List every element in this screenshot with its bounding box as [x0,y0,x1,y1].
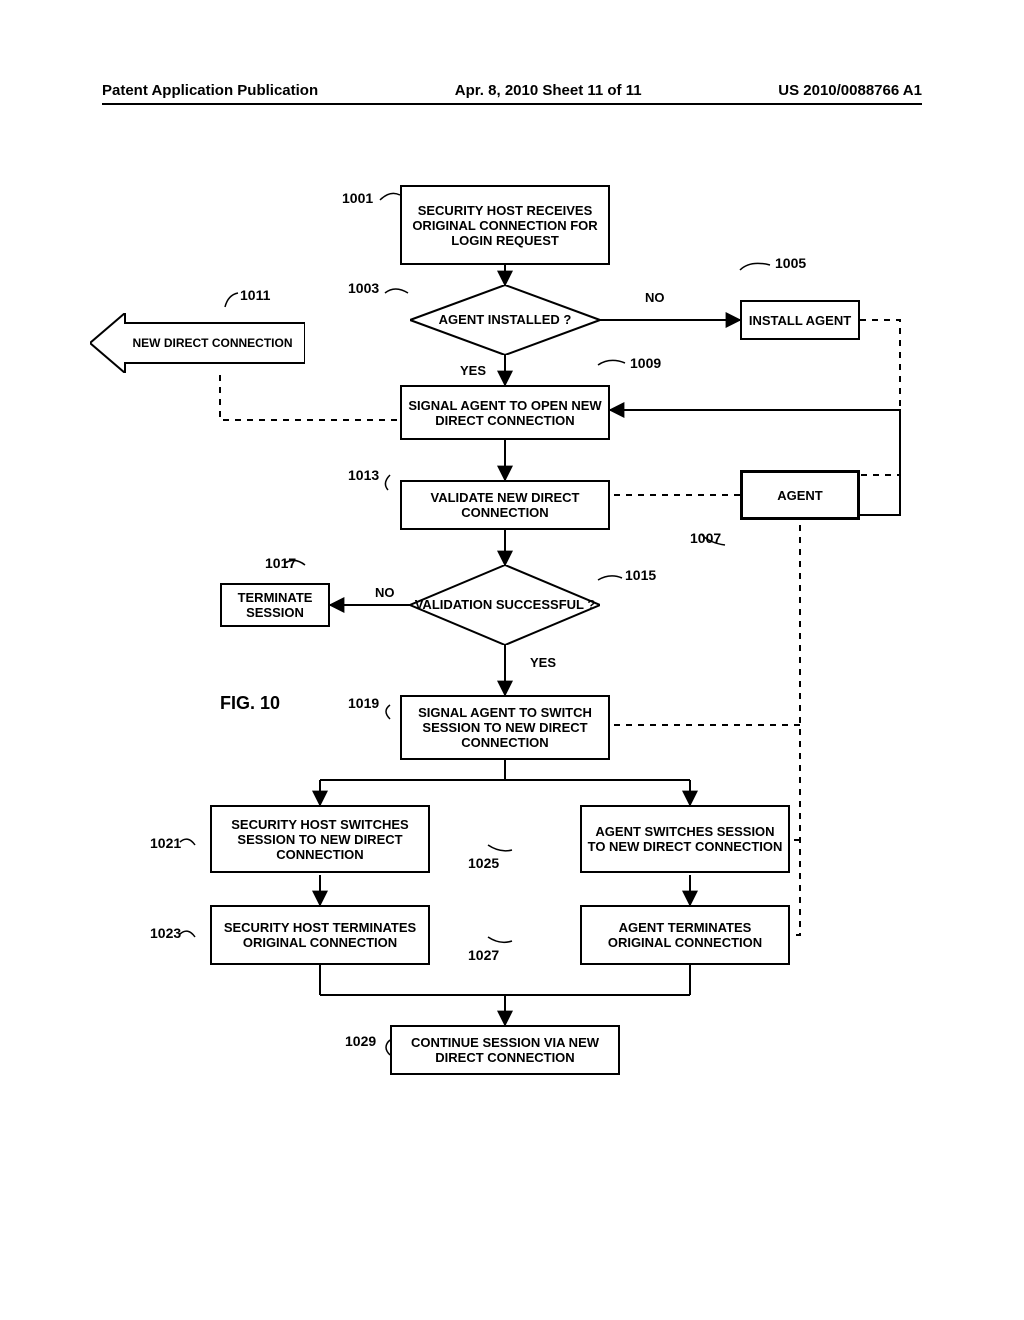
box-1023-text: SECURITY HOST TERMINATES ORIGINAL CONNEC… [216,920,424,950]
box-1007-text: AGENT [777,488,823,503]
diamond-1003: AGENT INSTALLED ? [410,285,600,355]
box-1001: SECURITY HOST RECEIVES ORIGINAL CONNECTI… [400,185,610,265]
bigarrow-1011-text: NEW DIRECT CONNECTION [133,336,293,350]
ref-1019: 1019 [348,695,379,711]
box-1007: AGENT [740,470,860,520]
box-1025-text: AGENT SWITCHES SESSION TO NEW DIRECT CON… [586,824,784,854]
header-right: US 2010/0088766 A1 [778,82,922,99]
box-1029: CONTINUE SESSION VIA NEW DIRECT CONNECTI… [390,1025,620,1075]
edge-yes-1: YES [460,363,486,378]
page-header: Patent Application Publication Apr. 8, 2… [102,82,922,105]
box-1013: VALIDATE NEW DIRECT CONNECTION [400,480,610,530]
box-1017: TERMINATE SESSION [220,583,330,627]
box-1027: AGENT TERMINATES ORIGINAL CONNECTION [580,905,790,965]
box-1023: SECURITY HOST TERMINATES ORIGINAL CONNEC… [210,905,430,965]
ref-1023: 1023 [150,925,181,941]
box-1029-text: CONTINUE SESSION VIA NEW DIRECT CONNECTI… [396,1035,614,1065]
box-1001-text: SECURITY HOST RECEIVES ORIGINAL CONNECTI… [406,203,604,248]
edge-yes-2: YES [530,655,556,670]
header-left: Patent Application Publication [102,82,318,99]
ref-1021: 1021 [150,835,181,851]
flowchart-diagram: SECURITY HOST RECEIVES ORIGINAL CONNECTI… [90,185,934,1230]
box-1017-text: TERMINATE SESSION [226,590,324,620]
box-1021: SECURITY HOST SWITCHES SESSION TO NEW DI… [210,805,430,873]
box-1025: AGENT SWITCHES SESSION TO NEW DIRECT CON… [580,805,790,873]
box-1019-text: SIGNAL AGENT TO SWITCH SESSION TO NEW DI… [406,705,604,750]
figure-label: FIG. 10 [220,693,280,714]
diamond-1015: VALIDATION SUCCESSFUL ? [410,565,600,645]
ref-1027: 1027 [468,947,499,963]
ref-1029: 1029 [345,1033,376,1049]
ref-1007: 1007 [690,530,721,546]
ref-1015: 1015 [625,567,656,583]
box-1027-text: AGENT TERMINATES ORIGINAL CONNECTION [586,920,784,950]
ref-1003: 1003 [348,280,379,296]
ref-1001: 1001 [342,190,373,206]
box-1021-text: SECURITY HOST SWITCHES SESSION TO NEW DI… [216,817,424,862]
box-1005-text: INSTALL AGENT [749,313,851,328]
ref-1017: 1017 [265,555,296,571]
ref-1009: 1009 [630,355,661,371]
bigarrow-1011: NEW DIRECT CONNECTION [90,313,305,373]
box-1013-text: VALIDATE NEW DIRECT CONNECTION [406,490,604,520]
box-1005: INSTALL AGENT [740,300,860,340]
ref-1011: 1011 [240,287,270,303]
edge-no-2: NO [375,585,395,600]
diamond-1003-text: AGENT INSTALLED ? [439,312,572,328]
ref-1013: 1013 [348,467,379,483]
box-1009: SIGNAL AGENT TO OPEN NEW DIRECT CONNECTI… [400,385,610,440]
box-1009-text: SIGNAL AGENT TO OPEN NEW DIRECT CONNECTI… [406,398,604,428]
box-1019: SIGNAL AGENT TO SWITCH SESSION TO NEW DI… [400,695,610,760]
edge-no-1: NO [645,290,665,305]
diamond-1015-text: VALIDATION SUCCESSFUL ? [415,597,596,613]
header-center: Apr. 8, 2010 Sheet 11 of 11 [455,82,642,99]
ref-1025: 1025 [468,855,499,871]
ref-1005: 1005 [775,255,806,271]
